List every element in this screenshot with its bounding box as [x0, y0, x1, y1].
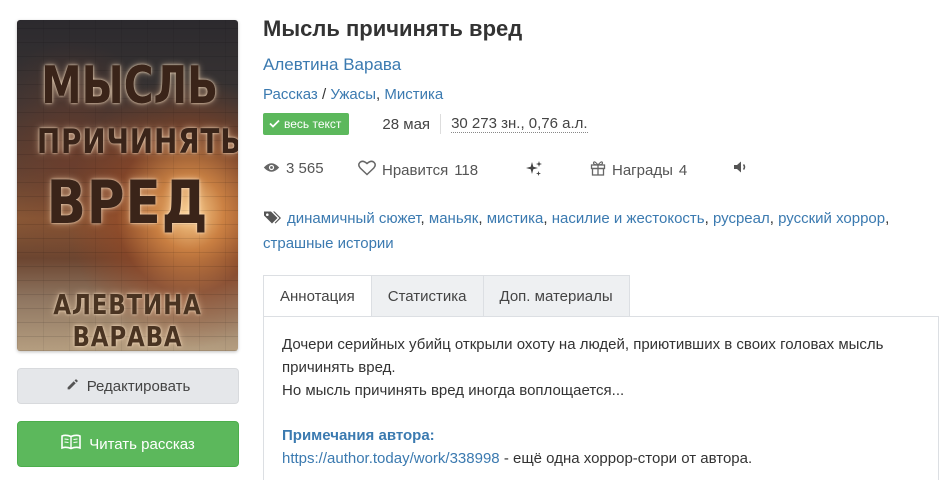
eye-icon [263, 160, 280, 177]
genre-line: Рассказ / Ужасы, Мистика [263, 86, 443, 103]
tab-annotation[interactable]: Аннотация [263, 275, 372, 317]
tag-link[interactable]: страшные истории [263, 235, 394, 252]
tag-link[interactable]: русреал [713, 210, 770, 227]
edit-button[interactable]: Редактировать [17, 368, 239, 404]
text-size[interactable]: 30 273 зн., 0,76 а.л. [451, 115, 588, 133]
cover-author-line1: АЛЕВТИНА [53, 288, 202, 321]
sparkle-icon [525, 160, 543, 182]
likes-button[interactable]: Нравится 118 [358, 160, 478, 180]
tab-bar: Аннотация Статистика Доп. материалы [263, 275, 630, 317]
status-badge-label: весь текст [284, 117, 342, 131]
cover-title-line3: ВРЕД [46, 168, 209, 238]
cover-title-line1: МЫСЛЬ [41, 56, 219, 116]
pencil-icon [66, 378, 79, 395]
awards-button[interactable]: Награды 4 [590, 160, 687, 180]
annotation-text: Дочери серийных убийц открыли охоту на л… [282, 336, 884, 376]
author-notes-link[interactable]: https://author.today/work/338998 [282, 450, 500, 467]
sparkle-button[interactable] [525, 160, 543, 182]
tag-link[interactable]: мистика [487, 210, 544, 227]
author-notes-text: - ещё одна хоррор-стори от автора. [499, 450, 753, 467]
tab-extra-materials[interactable]: Доп. материалы [483, 275, 630, 317]
book-icon [61, 434, 82, 454]
awards-count: 4 [678, 161, 688, 179]
gift-icon [590, 160, 606, 180]
book-cover[interactable]: МЫСЛЬ ПРИЧИНЯТЬ ВРЕД АЛЕВТИНА ВАРАВА [17, 20, 238, 351]
tag-link[interactable]: маньяк [429, 210, 478, 227]
views-count: 3 565 [286, 160, 324, 177]
tab-statistics[interactable]: Статистика [371, 275, 484, 317]
tag-link[interactable]: русский хоррор [778, 210, 885, 227]
divider [440, 114, 442, 134]
annotation-panel: Дочери серийных убийц открыли охоту на л… [263, 316, 939, 480]
check-icon [269, 113, 280, 135]
heart-icon [358, 160, 376, 180]
edit-button-label: Редактировать [86, 377, 191, 395]
cover-author-line2: ВАРАВА [72, 320, 183, 351]
genre-link-mystic[interactable]: Мистика [384, 86, 443, 103]
annotation-text: Но мысль причинять вред иногда воплощает… [282, 382, 625, 399]
tag-list: динамичный сюжет, маньяк, мистика, насил… [263, 209, 890, 252]
author-notes-heading: Примечания автора: [282, 427, 435, 444]
form-link[interactable]: Рассказ [263, 86, 318, 103]
status-badge: весь текст [263, 113, 350, 135]
awards-label: Награды [612, 161, 673, 179]
audio-button[interactable] [733, 160, 749, 178]
views-stat: 3 565 [263, 160, 324, 177]
likes-label: Нравится [382, 161, 449, 179]
book-title: Мысль причинять вред [263, 16, 523, 41]
tags-icon [263, 209, 283, 232]
genre-separator: / [317, 86, 331, 103]
read-button[interactable]: Читать рассказ [17, 421, 239, 467]
read-button-label: Читать рассказ [89, 435, 195, 453]
author-link[interactable]: Алевтина Варава [263, 55, 401, 75]
tag-link[interactable]: динамичный сюжет [287, 210, 421, 227]
meta-row: весь текст 28 мая 30 273 зн., 0,76 а.л. [263, 112, 588, 136]
cover-title-line2: ПРИЧИНЯТЬ [36, 122, 238, 162]
author-notes: https://author.today/work/338998 - ещё о… [282, 447, 920, 470]
genre-link-horror[interactable]: Ужасы [330, 86, 376, 103]
tag-link[interactable]: насилие и жестокость [552, 210, 705, 227]
speaker-icon [733, 160, 749, 178]
likes-count: 118 [454, 161, 479, 179]
publish-date: 28 мая [382, 115, 431, 133]
